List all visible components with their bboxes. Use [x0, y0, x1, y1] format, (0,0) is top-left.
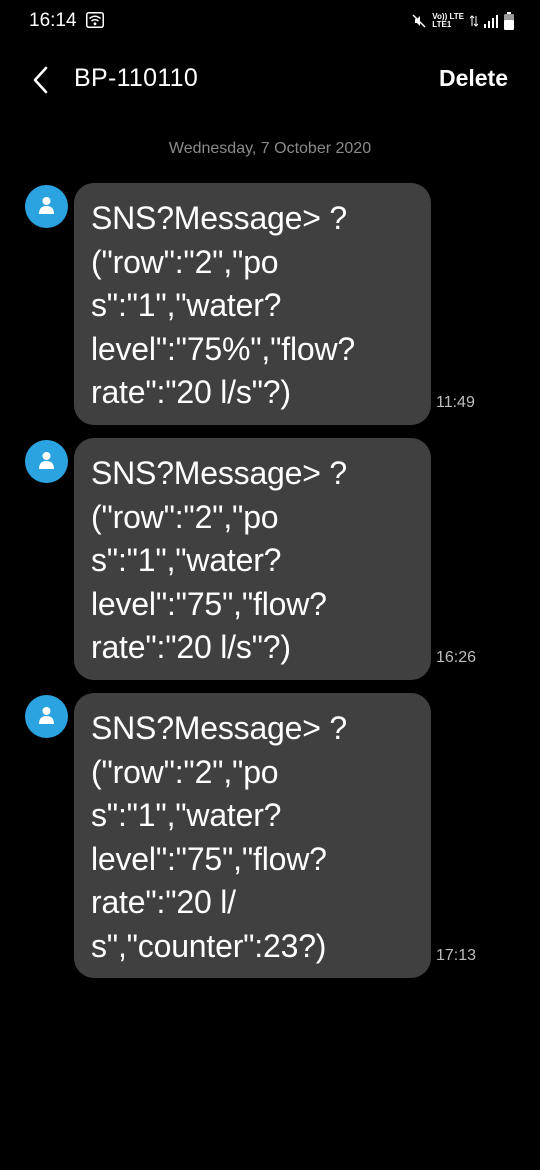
message-time: 11:49	[436, 394, 475, 411]
battery-icon	[504, 12, 514, 30]
person-icon	[39, 707, 54, 724]
message-time: 17:13	[436, 947, 477, 964]
network-label: Vo)) LTE LTE1	[432, 13, 464, 29]
network-label-bottom: LTE1	[432, 20, 452, 29]
status-time: 16:14	[29, 10, 77, 31]
delete-button[interactable]: Delete	[439, 65, 508, 92]
person-icon	[39, 452, 54, 469]
signal-icon	[484, 15, 498, 28]
date-divider: Wednesday, 7 October 2020	[168, 140, 372, 157]
message-bubble[interactable]: SNS?Message> ? ("row":"2","po s":"1","wa…	[74, 183, 431, 425]
status-bar: 16:14 Vo)) LTE LTE1	[0, 0, 540, 44]
back-arrow-icon[interactable]	[26, 64, 58, 96]
message-time: 16:26	[436, 649, 477, 666]
conversation-header: BP-110110 Delete	[0, 52, 540, 108]
status-icons: Vo)) LTE LTE1	[412, 10, 514, 32]
avatar[interactable]	[25, 440, 68, 483]
message-bubble[interactable]: SNS?Message> ? ("row":"2","po s":"1","wa…	[74, 438, 431, 680]
mute-icon	[412, 14, 426, 28]
wifi-icon	[86, 12, 104, 28]
avatar[interactable]	[25, 185, 68, 228]
message-bubble[interactable]: SNS?Message> ? ("row":"2","po s":"1","wa…	[74, 693, 431, 978]
contact-name: BP-110110	[74, 64, 199, 92]
avatar[interactable]	[25, 695, 68, 738]
data-arrows-icon	[470, 15, 478, 27]
person-icon	[39, 197, 54, 214]
